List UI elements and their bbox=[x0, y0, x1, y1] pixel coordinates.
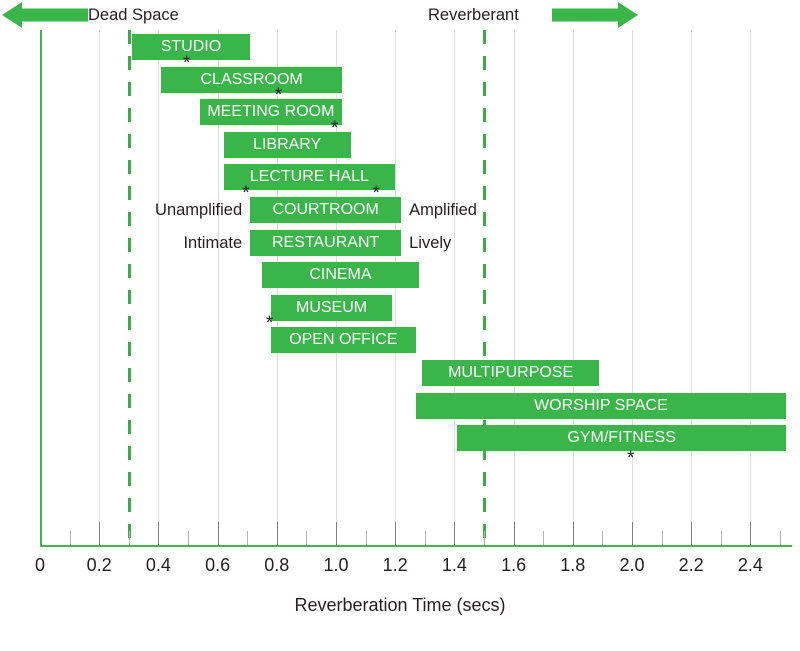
range-bar[interactable]: STUDIO bbox=[131, 34, 251, 60]
range-bar-label: MULTIPURPOSE bbox=[448, 364, 574, 381]
x-axis-tick-label: 2.0 bbox=[619, 555, 645, 575]
range-bar-label: COURTROOM bbox=[272, 201, 379, 218]
x-axis-tick-label: 2.4 bbox=[737, 555, 763, 575]
x-axis-line bbox=[40, 545, 792, 547]
gridline bbox=[99, 30, 101, 545]
x-axis-minor-tick bbox=[365, 531, 367, 545]
gridline bbox=[572, 30, 574, 545]
x-axis-major-tick bbox=[99, 522, 101, 545]
range-bar-label: MUSEUM bbox=[296, 298, 368, 316]
reference-dashed-line bbox=[127, 30, 131, 545]
bar-side-note-left: Unamplified bbox=[155, 201, 243, 219]
x-axis-minor-tick bbox=[247, 531, 249, 545]
x-axis-tick-label: 1.0 bbox=[323, 555, 349, 575]
asterisk-marker: * bbox=[265, 313, 274, 335]
range-bar-label: OPEN OFFICE bbox=[289, 331, 398, 349]
range-bar[interactable]: MEETING ROOM bbox=[199, 99, 342, 126]
range-bar[interactable]: MUSEUM bbox=[270, 294, 393, 321]
x-axis-minor-tick bbox=[780, 531, 781, 545]
asterisk-marker: * bbox=[242, 183, 250, 204]
asterisk-marker: * bbox=[372, 183, 380, 204]
x-axis-tick-label: 1.6 bbox=[501, 555, 527, 575]
gridline bbox=[513, 30, 515, 545]
x-axis-minor-tick bbox=[543, 531, 545, 545]
reverberation-time-chart: Dead Space Reverberant STUDIO CLASSROOM * M… bbox=[0, 0, 800, 651]
gridline bbox=[691, 30, 693, 545]
x-axis-minor-tick bbox=[306, 531, 308, 545]
reverberant-label: Reverberant bbox=[428, 6, 519, 24]
range-bar-label: MEETING ROOM bbox=[207, 103, 335, 121]
x-axis-tick-label: 0.8 bbox=[264, 555, 290, 575]
gridline bbox=[158, 30, 160, 545]
range-bar-label: RESTAURANT bbox=[272, 233, 380, 251]
x-axis-major-tick bbox=[158, 522, 160, 545]
y-axis-line bbox=[40, 30, 42, 545]
x-axis-major-tick bbox=[632, 522, 633, 545]
x-axis-tick-label: 0.6 bbox=[205, 555, 231, 575]
x-axis-major-tick bbox=[336, 522, 337, 545]
range-bar[interactable]: WORSHIP SPACE bbox=[415, 392, 786, 419]
x-axis-tick-label: 2.2 bbox=[678, 555, 704, 575]
x-axis-major-tick bbox=[454, 522, 456, 545]
x-axis-minor-tick bbox=[720, 531, 722, 545]
gridline bbox=[750, 30, 752, 545]
bar-side-note-right: Amplified bbox=[409, 201, 477, 219]
range-bar-label: CINEMA bbox=[309, 266, 372, 284]
x-axis-minor-tick bbox=[128, 531, 130, 545]
bar-side-note-left: Intimate bbox=[183, 233, 243, 252]
range-bar[interactable]: RESTAURANT bbox=[250, 229, 402, 256]
arrow-left-icon bbox=[2, 2, 88, 28]
x-axis-minor-tick bbox=[424, 531, 426, 545]
x-axis-minor-tick bbox=[69, 531, 71, 545]
x-axis-major-tick bbox=[513, 522, 515, 545]
x-axis-major-tick bbox=[276, 522, 278, 545]
x-axis-major-tick bbox=[217, 522, 219, 545]
range-bar-label: CLASSROOM bbox=[200, 70, 303, 88]
x-axis-tick-label: 0.4 bbox=[145, 555, 171, 575]
asterisk-marker: * bbox=[627, 448, 635, 470]
x-axis-tick-label: 1.2 bbox=[382, 555, 408, 575]
range-bar-label: GYM/FITNESS bbox=[567, 429, 676, 447]
range-bar-label: LECTURE HALL bbox=[249, 168, 369, 186]
x-axis-minor-tick bbox=[602, 531, 604, 545]
range-bar[interactable]: CINEMA bbox=[262, 262, 419, 289]
asterisk-marker: * bbox=[274, 85, 283, 107]
x-axis-title: Reverberation Time (secs) bbox=[294, 595, 506, 615]
gridline bbox=[454, 30, 456, 545]
x-axis-minor-tick bbox=[188, 531, 189, 545]
reference-dashed-line bbox=[483, 30, 486, 545]
chart-header: Dead Space Reverberant bbox=[0, 0, 800, 30]
x-axis-major-tick bbox=[395, 522, 397, 545]
x-axis-tick-label: 0 bbox=[34, 555, 45, 575]
arrow-right-icon bbox=[552, 2, 638, 28]
x-axis-tick-label: 1.4 bbox=[441, 555, 467, 575]
range-bar-label: WORSHIP SPACE bbox=[534, 396, 668, 414]
x-axis-major-tick bbox=[572, 522, 574, 545]
range-bar-label: STUDIO bbox=[160, 38, 222, 55]
x-axis-major-tick bbox=[691, 522, 693, 545]
range-bar[interactable]: OPEN OFFICE bbox=[270, 327, 416, 354]
range-bar[interactable]: MULTIPURPOSE bbox=[421, 360, 600, 386]
x-axis-minor-tick bbox=[661, 531, 663, 545]
bar-side-note-right: Lively bbox=[409, 233, 452, 252]
range-bar[interactable]: GYM/FITNESS bbox=[457, 425, 786, 452]
x-axis-minor-tick bbox=[484, 531, 485, 545]
range-bar-label: LIBRARY bbox=[253, 135, 322, 153]
x-axis-tick-label: 0.2 bbox=[86, 555, 112, 575]
plot-area: STUDIO CLASSROOM * MEETING ROOM * LIBRARY * LEC… bbox=[0, 30, 800, 545]
dead-space-label: Dead Space bbox=[88, 6, 179, 24]
x-axis-major-tick bbox=[750, 522, 752, 545]
x-axis-tick-label: 1.8 bbox=[560, 555, 586, 575]
asterisk-marker: * bbox=[331, 117, 339, 139]
asterisk-marker: * bbox=[183, 52, 191, 74]
